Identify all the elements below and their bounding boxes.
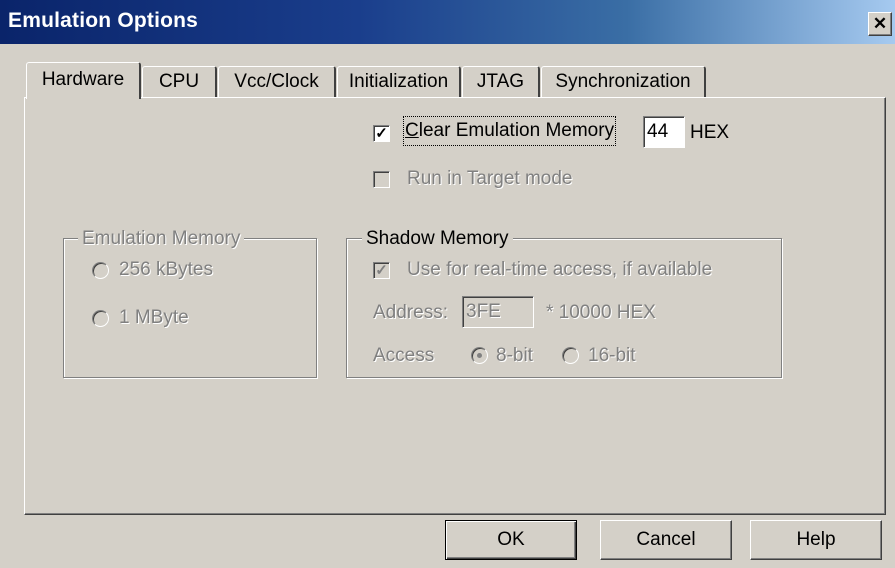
- radio-8-bit[interactable]: [471, 347, 488, 364]
- clear-memory-checkbox[interactable]: ✓: [373, 125, 390, 142]
- tab-cpu[interactable]: CPU: [142, 66, 217, 97]
- radio-16-bit-label: 16-bit: [588, 345, 636, 366]
- address-suffix: * 10000 HEX: [546, 302, 656, 323]
- run-target-checkbox[interactable]: [373, 171, 390, 188]
- clear-memory-value-input[interactable]: 44: [643, 116, 685, 148]
- tab-jtag[interactable]: JTAG: [462, 66, 540, 97]
- checkmark-icon: ✓: [375, 125, 388, 142]
- address-input[interactable]: 3FE: [462, 296, 534, 328]
- close-icon: ✕: [872, 14, 888, 33]
- access-label: Access: [373, 345, 435, 366]
- clear-memory-hex-label: HEX: [690, 122, 730, 143]
- radio-256-kbytes[interactable]: [92, 262, 109, 279]
- radio-8-bit-label: 8-bit: [496, 345, 533, 366]
- tab-vcc-clock[interactable]: Vcc/Clock: [218, 66, 336, 97]
- tab-hardware[interactable]: Hardware: [26, 62, 141, 99]
- shadow-memory-legend: Shadow Memory: [362, 227, 513, 251]
- ok-button[interactable]: OK: [445, 520, 577, 560]
- tab-initialization[interactable]: Initialization: [337, 66, 461, 97]
- window-title: Emulation Options: [8, 9, 199, 32]
- checkmark-icon: ✓: [375, 262, 388, 279]
- radio-16-bit[interactable]: [562, 347, 579, 364]
- realtime-access-label: Use for real-time access, if available: [407, 259, 713, 280]
- address-label: Address:: [373, 302, 448, 323]
- radio-1-mbyte-label: 1 MByte: [119, 307, 189, 328]
- clear-memory-label[interactable]: Clear Emulation Memory: [402, 116, 617, 146]
- run-target-label: Run in Target mode: [407, 168, 573, 189]
- tab-synchronization[interactable]: Synchronization: [541, 66, 706, 97]
- radio-1-mbyte[interactable]: [92, 310, 109, 327]
- realtime-access-checkbox[interactable]: ✓: [373, 262, 390, 279]
- help-button[interactable]: Help: [750, 520, 882, 560]
- cancel-button[interactable]: Cancel: [600, 520, 732, 560]
- close-button[interactable]: ✕: [868, 12, 892, 36]
- radio-256-kbytes-label: 256 kBytes: [119, 259, 213, 280]
- emulation-memory-legend: Emulation Memory: [78, 227, 245, 251]
